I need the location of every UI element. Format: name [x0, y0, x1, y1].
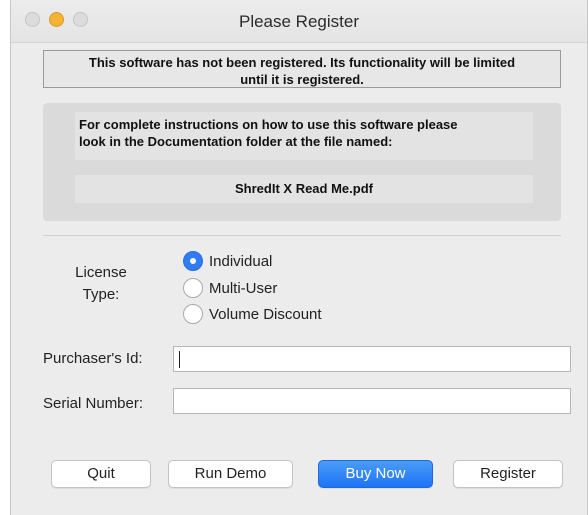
text-cursor: [179, 351, 180, 368]
buy-now-button[interactable]: Buy Now: [318, 460, 433, 488]
divider: [43, 235, 561, 236]
register-button[interactable]: Register: [453, 460, 563, 488]
window-title: Please Register: [238, 12, 359, 31]
readme-filename: ShredIt X Read Me.pdf: [75, 175, 533, 203]
license-label-line-1: License: [75, 264, 127, 281]
radio-unchecked-icon[interactable]: [183, 304, 203, 324]
radio-individual[interactable]: Individual: [183, 250, 272, 272]
registration-notice: This software has not been registered. I…: [43, 50, 561, 88]
info-line-1: For complete instructions on how to use …: [79, 117, 458, 132]
notice-line-1: This software has not been registered. I…: [88, 55, 516, 70]
radio-multi-user[interactable]: Multi-User: [183, 277, 277, 299]
radio-multi-user-label: Multi-User: [209, 279, 278, 297]
register-window: Please Register This software has not be…: [10, 0, 588, 515]
radio-volume-discount-label: Volume Discount: [209, 305, 322, 323]
license-type-label: License Type:: [61, 262, 141, 306]
serial-number-input[interactable]: [173, 388, 571, 414]
purchaser-id-label: Purchaser's Id:: [43, 350, 143, 367]
documentation-info: For complete instructions on how to use …: [43, 103, 561, 221]
run-demo-button[interactable]: Run Demo: [168, 460, 293, 488]
quit-button[interactable]: Quit: [51, 460, 151, 488]
serial-number-label: Serial Number:: [43, 395, 144, 412]
radio-volume-discount[interactable]: Volume Discount: [183, 303, 322, 325]
info-line-2: look in the Documentation folder at the …: [79, 134, 393, 149]
info-instructions: For complete instructions on how to use …: [75, 112, 533, 160]
radio-checked-icon[interactable]: [183, 251, 203, 271]
radio-unchecked-icon[interactable]: [183, 278, 203, 298]
license-label-line-2: Type:: [82, 286, 120, 303]
notice-line-2: until it is registered.: [240, 72, 364, 87]
title-bar[interactable]: Please Register: [11, 0, 587, 43]
purchaser-id-input[interactable]: [173, 346, 571, 372]
radio-individual-label: Individual: [209, 252, 273, 270]
